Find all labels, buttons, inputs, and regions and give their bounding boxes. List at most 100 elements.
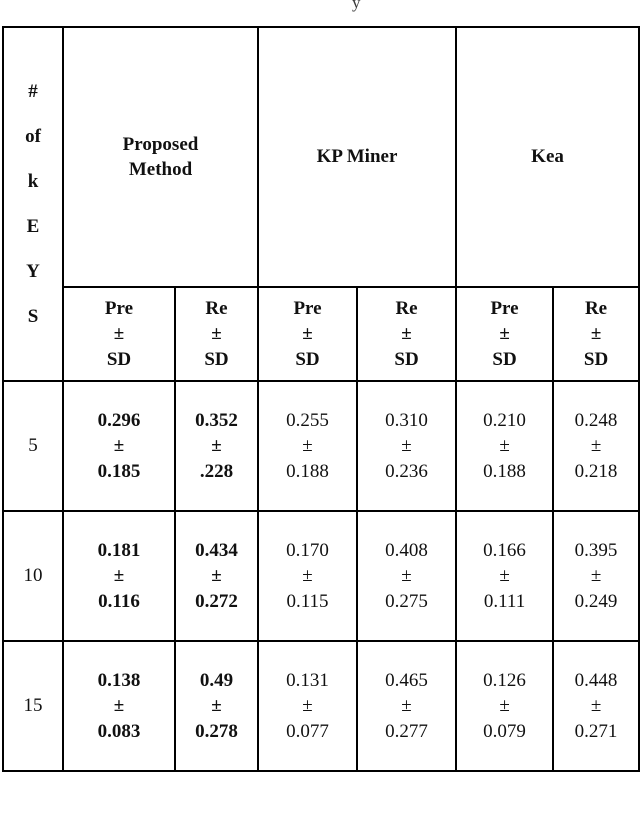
sd-label: SD	[106, 348, 132, 370]
metric-header-pm-re: Re ± SD	[173, 286, 260, 382]
cell-mean: 0.448	[574, 670, 618, 692]
sd-label: SD	[492, 348, 517, 370]
cell-mean: 0.395	[574, 540, 618, 562]
keys-line-s: S	[27, 306, 39, 328]
num-keys-stacked-label: # of k E Y S	[4, 79, 62, 329]
cell-kp-pre: 0.131 ± 0.077	[257, 640, 359, 772]
plus-minus-symbol: ±	[302, 435, 313, 457]
row-label-keys: 10	[2, 510, 64, 642]
metric-name: Pre	[490, 298, 519, 320]
cell-mean: 0.49	[199, 670, 234, 692]
cell-sd: 0.077	[286, 720, 329, 742]
cell-pm-re: 0.434 ± 0.272	[173, 510, 260, 642]
table-row: 5 0.296 ± 0.185 0.352 ± .228 0.255 ± 0.1…	[2, 380, 640, 512]
metric-header-kea-re: Re ± SD	[552, 286, 640, 382]
keys-line-y: Y	[26, 261, 40, 283]
metric-name: Re	[205, 298, 228, 320]
plus-minus-symbol: ±	[211, 695, 222, 717]
row-label-keys: 5	[2, 380, 64, 512]
plus-minus-symbol: ±	[302, 565, 313, 587]
cell-mean: 0.465	[385, 670, 428, 692]
cell-sd: 0.188	[286, 460, 329, 482]
kp-miner-label: KP Miner	[316, 146, 398, 168]
metric-header-kea-pre: Pre ± SD	[455, 286, 555, 382]
plus-minus-symbol: ±	[590, 565, 602, 587]
cell-mean: 0.181	[97, 540, 141, 562]
cell-kea-re: 0.395 ± 0.249	[552, 510, 640, 642]
caption-descender-artifact: y	[352, 0, 361, 12]
keys-line-of: of	[25, 125, 41, 147]
cell-sd: 0.278	[195, 720, 238, 742]
sd-label: SD	[204, 348, 229, 370]
plus-minus-symbol: ±	[590, 695, 602, 717]
cell-sd: 0.236	[385, 460, 428, 482]
plus-minus-symbol: ±	[499, 435, 510, 457]
table-header-row-metrics: Pre ± SD Re ± SD Pre ± SD Re ± SD Pre ± …	[3, 286, 640, 382]
metric-name: Re	[584, 298, 608, 320]
plus-minus-symbol: ±	[211, 323, 222, 345]
plus-minus-symbol: ±	[499, 565, 510, 587]
metric-name: Re	[395, 298, 418, 320]
cell-sd: 0.272	[195, 590, 238, 612]
cell-kp-re: 0.310 ± 0.236	[356, 380, 458, 512]
metric-header-pm-pre: Pre ± SD	[62, 286, 176, 382]
cell-kea-pre: 0.126 ± 0.079	[455, 640, 555, 772]
cell-mean: 0.170	[286, 540, 329, 562]
plus-minus-symbol: ±	[401, 565, 412, 587]
sd-label: SD	[583, 348, 609, 370]
cell-mean: 0.352	[195, 410, 238, 432]
keys-line-k: k	[27, 170, 39, 192]
cell-mean: 0.126	[483, 670, 526, 692]
plus-minus-symbol: ±	[302, 695, 313, 717]
cell-mean: 0.310	[385, 410, 428, 432]
cell-pm-re: 0.352 ± .228	[173, 380, 260, 512]
plus-minus-symbol: ±	[499, 323, 510, 345]
plus-minus-symbol: ±	[302, 323, 313, 345]
cell-sd: 0.271	[574, 720, 618, 742]
cell-pm-pre: 0.181 ± 0.116	[62, 510, 176, 642]
metric-header-kp-pre: Pre ± SD	[257, 286, 359, 382]
plus-minus-symbol: ±	[499, 695, 510, 717]
cell-mean: 0.408	[385, 540, 428, 562]
results-table: # of k E Y S Proposed Method KP Miner Ke…	[2, 26, 640, 772]
table-header-row-groups: # of k E Y S Proposed Method KP Miner Ke…	[2, 26, 640, 382]
cell-mean: 0.210	[483, 410, 526, 432]
plus-minus-symbol: ±	[401, 323, 412, 345]
plus-minus-symbol: ±	[590, 435, 602, 457]
cell-pm-pre: 0.296 ± 0.185	[62, 380, 176, 512]
keys-line-hash: #	[28, 80, 38, 102]
plus-minus-symbol: ±	[113, 323, 125, 345]
cell-kea-pre: 0.210 ± 0.188	[455, 380, 555, 512]
cell-sd: 0.079	[483, 720, 526, 742]
cell-sd: 0.277	[385, 720, 428, 742]
cell-sd: 0.115	[286, 590, 329, 612]
cell-sd: 0.185	[97, 460, 141, 482]
cell-kp-pre: 0.255 ± 0.188	[257, 380, 359, 512]
header-cell-proposed-method: Proposed Method	[61, 26, 260, 288]
cell-mean: 0.131	[286, 670, 329, 692]
proposed-method-line-1: Proposed	[122, 133, 199, 155]
header-cell-num-keys: # of k E Y S	[2, 26, 64, 382]
cell-kp-pre: 0.170 ± 0.115	[257, 510, 359, 642]
table-row: 10 0.181 ± 0.116 0.434 ± 0.272 0.170 ± 0…	[2, 510, 640, 642]
cell-sd: 0.111	[483, 590, 526, 612]
cell-sd: 0.116	[98, 590, 140, 612]
sd-label: SD	[394, 348, 419, 370]
plus-minus-symbol: ±	[401, 435, 412, 457]
header-cell-kea: Kea	[455, 26, 640, 288]
cell-sd: 0.083	[97, 720, 141, 742]
plus-minus-symbol: ±	[590, 323, 602, 345]
proposed-method-line-2: Method	[128, 159, 193, 180]
cell-kea-re: 0.448 ± 0.271	[552, 640, 640, 772]
cell-mean: 0.138	[97, 670, 141, 692]
cell-pm-re: 0.49 ± 0.278	[173, 640, 260, 772]
cell-mean: 0.255	[286, 410, 329, 432]
cell-sd: 0.218	[574, 460, 618, 482]
plus-minus-symbol: ±	[113, 565, 125, 587]
cell-sd: 0.275	[385, 590, 428, 612]
row-label-keys: 15	[2, 640, 64, 772]
cell-mean: 0.166	[483, 540, 526, 562]
sd-label: SD	[295, 348, 320, 370]
results-table-container: # of k E Y S Proposed Method KP Miner Ke…	[2, 26, 640, 772]
cell-kea-pre: 0.166 ± 0.111	[455, 510, 555, 642]
